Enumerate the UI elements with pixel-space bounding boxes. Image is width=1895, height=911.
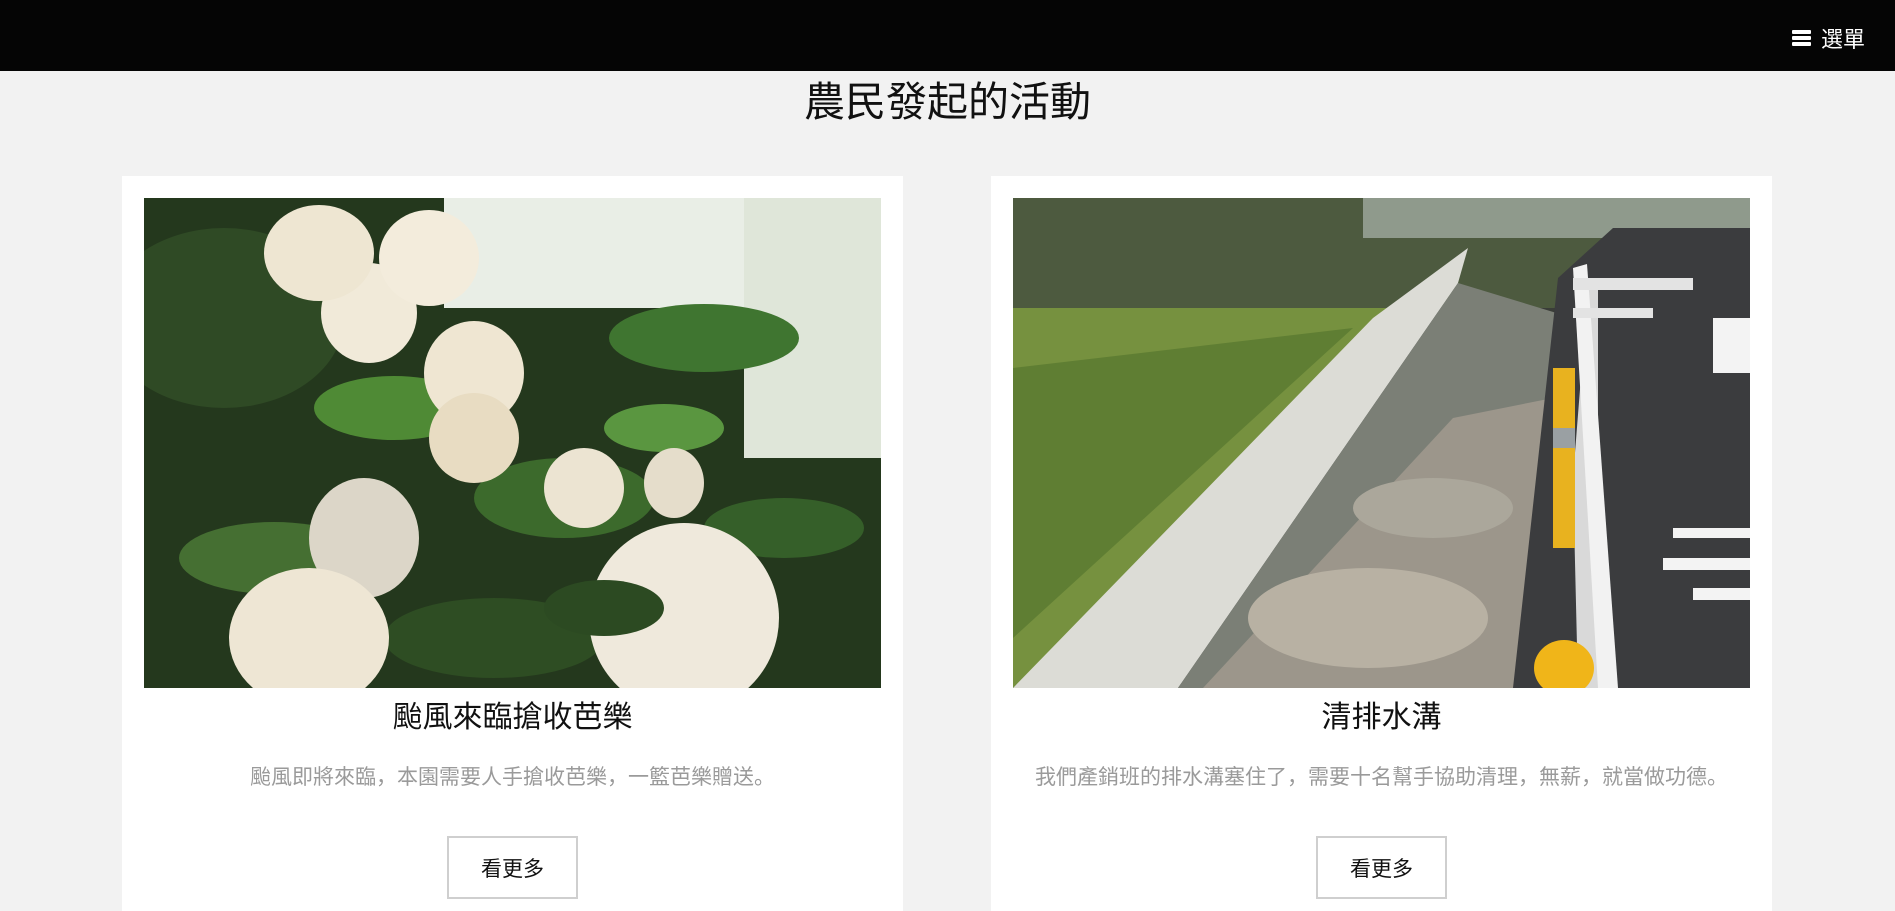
hamburger-icon xyxy=(1791,30,1811,46)
card-title: 清排水溝 xyxy=(1321,700,1442,735)
card-description: 我們產銷班的排水溝塞住了，需要十名幫手協助清理，無薪，就當做功德。 xyxy=(1035,765,1728,789)
top-navbar: 選單 xyxy=(0,0,1895,71)
menu-label: 選單 xyxy=(1820,28,1865,53)
menu-button[interactable]: 選單 xyxy=(1791,22,1865,54)
drainage-ditch-photo[interactable] xyxy=(1013,198,1750,688)
pomelo-harvest-photo[interactable] xyxy=(144,198,881,688)
section-title: 農民發起的活動 xyxy=(804,78,1091,126)
activity-card-drainage: 清排水溝 我們產銷班的排水溝塞住了，需要十名幫手協助清理，無薪，就當做功德。 看… xyxy=(991,176,1772,911)
card-title: 颱風來臨搶收芭樂 xyxy=(392,700,633,735)
see-more-button[interactable]: 看更多 xyxy=(447,836,578,899)
activity-card-guava: 颱風來臨搶收芭樂 颱風即將來臨，本園需要人手搶收芭樂，一籃芭樂贈送。 看更多 xyxy=(122,176,903,911)
card-description: 颱風即將來臨，本園需要人手搶收芭樂，一籃芭樂贈送。 xyxy=(250,765,775,789)
see-more-button[interactable]: 看更多 xyxy=(1316,836,1447,899)
